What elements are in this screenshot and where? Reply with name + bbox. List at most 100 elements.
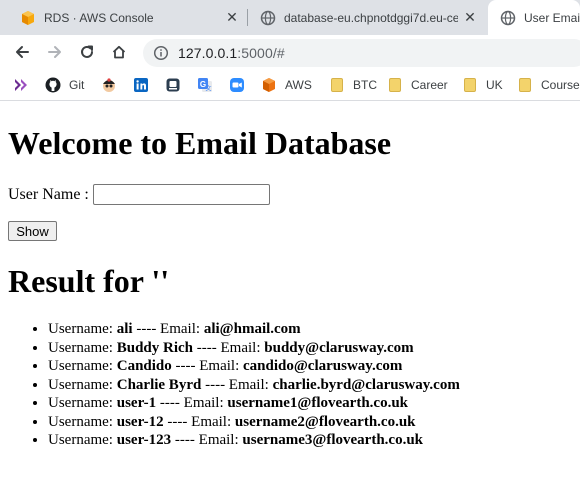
result-email: username3@flovearth.co.uk: [242, 432, 424, 448]
result-email: candido@clarusway.com: [243, 358, 403, 374]
bookmark-label: AWS: [285, 78, 312, 92]
folder-icon: [462, 77, 478, 93]
browser-toolbar: 127.0.0.1:5000/#: [0, 35, 580, 69]
result-email: ali@hmail.com: [203, 321, 301, 337]
google-translate-icon: G文: [197, 77, 213, 93]
aws-box-icon: [261, 77, 277, 93]
result-username: Candido: [116, 358, 172, 374]
home-button[interactable]: [107, 40, 131, 64]
username-input[interactable]: [92, 184, 270, 205]
bookmark-zoom[interactable]: [229, 76, 245, 94]
tab-database-eu[interactable]: database-eu.chpnotdggi7d.eu-ce ✕: [248, 0, 484, 35]
tab-title: User Emails: [524, 10, 580, 25]
page-content: Welcome to Email Database User Name : Sh…: [0, 102, 580, 497]
back-button[interactable]: [10, 40, 34, 64]
bookmark-app[interactable]: [165, 76, 181, 94]
result-username: Buddy Rich: [116, 339, 194, 356]
result-email: username1@flovearth.co.uk: [227, 395, 409, 411]
folder-icon: [387, 77, 403, 93]
bookmark-chevrons[interactable]: [13, 76, 29, 94]
aws-box-icon: [20, 10, 36, 26]
show-button[interactable]: Show: [8, 221, 57, 241]
address-bar[interactable]: 127.0.0.1:5000/#: [143, 39, 580, 67]
list-item: Username: Charlie Byrd ---- Email: charl…: [48, 376, 460, 395]
result-username: ali: [116, 321, 133, 337]
result-email: charlie.byrd@clarusway.com: [272, 376, 460, 393]
info-icon[interactable]: [153, 45, 169, 61]
forward-arrow-icon: [48, 46, 61, 58]
bookmark-aws[interactable]: AWS: [261, 76, 312, 94]
list-item: Username: user-12 ---- Email: username2@…: [48, 413, 460, 432]
result-username: user-123: [116, 432, 172, 448]
svg-text:文: 文: [205, 85, 211, 93]
result-email: username2@flovearth.co.uk: [234, 413, 416, 430]
results-list: Username: ali ---- Email: ali@hmail.com …: [8, 320, 460, 450]
globe-icon: [260, 10, 276, 26]
folder-icon: [517, 77, 533, 93]
list-item: Username: Candido ---- Email: candido@cl…: [48, 357, 460, 376]
zoom-icon: [229, 77, 245, 93]
bookmark-app-icon: [165, 77, 181, 93]
list-item: Username: Buddy Rich ---- Email: buddy@c…: [48, 339, 460, 358]
username-prefix: Username:: [48, 339, 113, 356]
email-separator: ---- Email:: [174, 432, 239, 448]
bookmark-folder-btc[interactable]: BTC: [329, 76, 377, 94]
tab-rds-aws-console[interactable]: RDS · AWS Console ✕: [0, 0, 246, 35]
globe-icon: [500, 10, 516, 26]
url-host: 127.0.0.1: [178, 45, 238, 61]
url-path: :5000/#: [237, 45, 285, 61]
back-arrow-icon: [16, 46, 29, 58]
bookmark-label: BTC: [353, 78, 377, 92]
bookmark-folder-course[interactable]: Course: [517, 76, 580, 94]
bookmark-git[interactable]: Git: [45, 76, 84, 94]
tab-title: RDS · AWS Console: [44, 10, 154, 25]
linkedin-icon: [133, 77, 149, 93]
avatar-icon: [101, 77, 117, 93]
folder-icon: [329, 77, 345, 93]
username-prefix: Username:: [48, 432, 113, 448]
email-separator: ---- Email:: [136, 321, 201, 337]
username-prefix: Username:: [48, 376, 113, 393]
page-title: Welcome to Email Database: [8, 125, 392, 161]
list-item: Username: user-1 ---- Email: username1@f…: [48, 394, 460, 413]
result-username: user-12: [116, 413, 164, 430]
result-username: Charlie Byrd: [116, 376, 202, 393]
close-icon[interactable]: ✕: [224, 9, 240, 26]
username-label: User Name :: [8, 185, 89, 203]
github-icon: [45, 77, 61, 93]
result-username: user-1: [116, 395, 157, 411]
bookmarks-bar: Git G文 AWS BTC Career UK Course: [0, 69, 580, 101]
username-prefix: Username:: [48, 321, 113, 337]
bookmark-label: Git: [69, 78, 85, 92]
result-heading: Result for '': [8, 263, 170, 299]
tab-title: database-eu.chpnotdggi7d.eu-ce: [284, 10, 458, 25]
bookmark-translate[interactable]: G文: [197, 76, 213, 94]
bookmark-folder-uk[interactable]: UK: [462, 76, 503, 94]
bookmark-label: Course: [541, 78, 580, 92]
bookmark-folder-career[interactable]: Career: [387, 76, 448, 94]
username-prefix: Username:: [48, 413, 113, 430]
reload-icon: [81, 45, 93, 58]
email-separator: ---- Email:: [159, 395, 224, 411]
email-separator: ---- Email:: [167, 413, 232, 430]
bookmark-linkedin[interactable]: [133, 76, 149, 94]
username-form-row: User Name :: [8, 184, 270, 205]
username-prefix: Username:: [48, 358, 113, 374]
email-separator: ---- Email:: [196, 339, 261, 356]
list-item: Username: ali ---- Email: ali@hmail.com: [48, 320, 460, 339]
bookmark-label: Career: [411, 78, 448, 92]
url-text: 127.0.0.1:5000/#: [178, 45, 285, 61]
reload-button[interactable]: [75, 40, 99, 64]
email-separator: ---- Email:: [175, 358, 240, 374]
username-prefix: Username:: [48, 395, 113, 411]
result-email: buddy@clarusway.com: [264, 339, 414, 356]
close-icon[interactable]: ✕: [462, 9, 478, 26]
tab-user-emails[interactable]: User Emails: [488, 0, 580, 35]
bookmark-avatar[interactable]: [101, 76, 117, 94]
email-separator: ---- Email:: [205, 376, 269, 393]
list-item: Username: user-123 ---- Email: username3…: [48, 431, 460, 450]
chevrons-icon: [13, 77, 29, 93]
home-icon: [112, 45, 126, 59]
browser-tab-strip: RDS · AWS Console ✕ database-eu.chpnotdg…: [0, 0, 580, 35]
forward-button[interactable]: [43, 40, 67, 64]
